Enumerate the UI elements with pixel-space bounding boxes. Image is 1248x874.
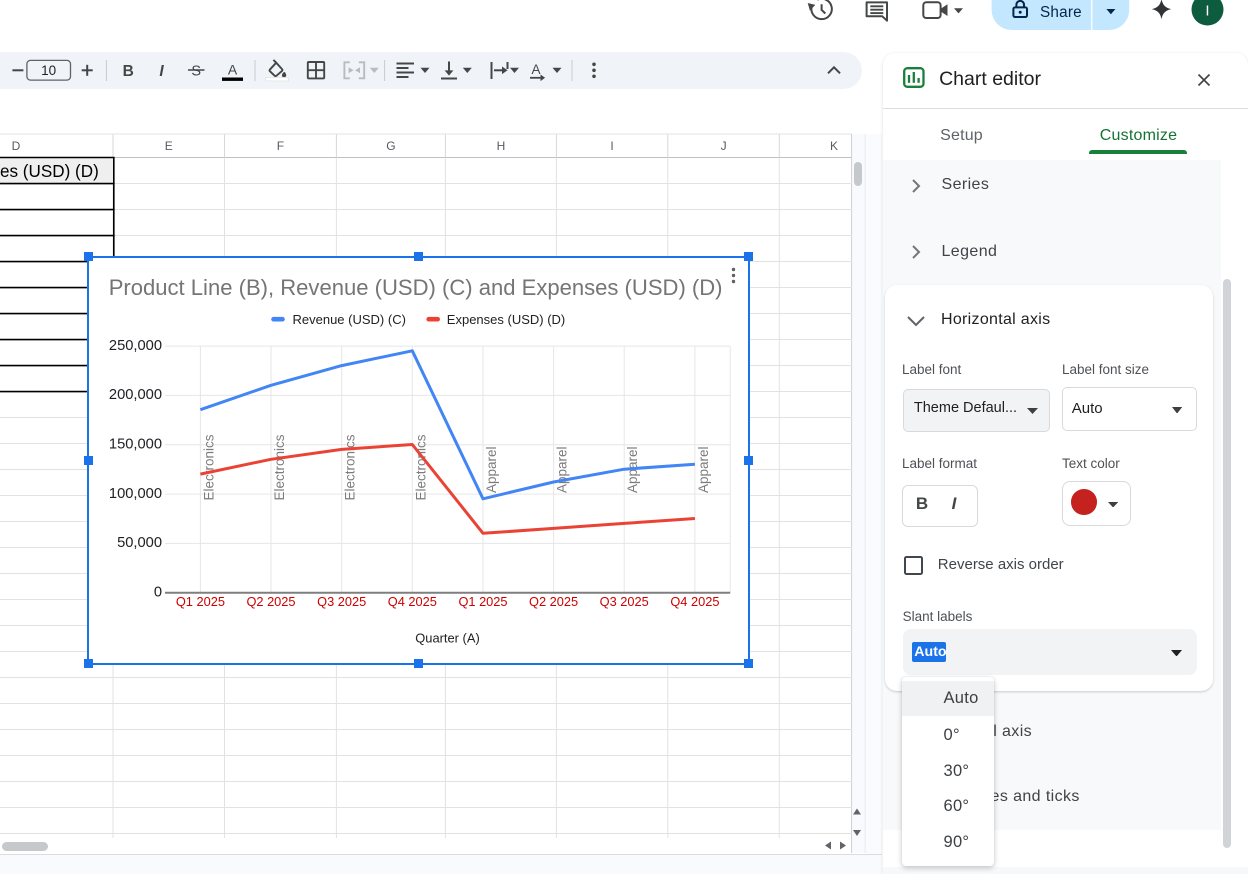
svg-text:S: S [191,63,201,79]
svg-text:A: A [228,61,238,77]
svg-text:H: H [497,139,506,153]
svg-text:K: K [830,139,838,153]
svg-text:B: B [123,63,134,80]
svg-text:J: J [721,139,727,153]
svg-text:Share: Share [1040,4,1082,21]
svg-text:G: G [386,139,395,153]
svg-text:E: E [165,139,173,153]
svg-text:D: D [12,139,21,153]
svg-text:I: I [1205,3,1209,20]
svg-text:I: I [159,63,164,80]
svg-text:A: A [531,62,540,77]
svg-text:10: 10 [41,63,56,78]
svg-text:F: F [277,139,284,153]
svg-text:I: I [610,139,613,153]
svg-text:es (USD) (D): es (USD) (D) [0,162,99,181]
